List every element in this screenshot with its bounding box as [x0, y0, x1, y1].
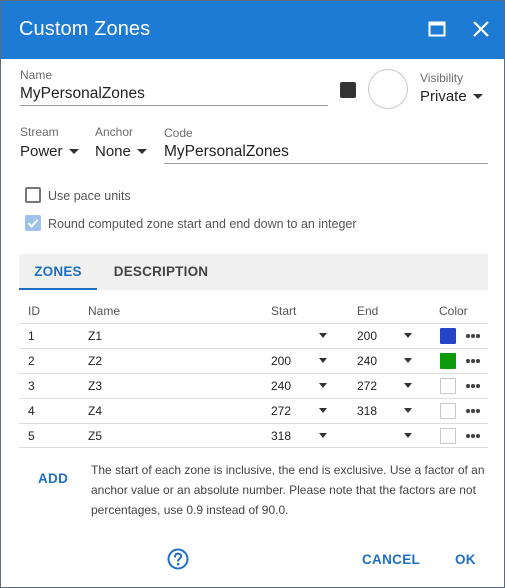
code-underline [164, 163, 488, 164]
maximize-button[interactable] [423, 15, 451, 43]
maximize-icon [428, 21, 446, 37]
dialog-titlebar: Custom Zones [1, 1, 504, 59]
custom-zones-dialog: Custom Zones Name MyPersonalZones Visibi… [0, 0, 505, 588]
row-2-start-dropdown-icon[interactable] [319, 358, 327, 363]
row-3-end-dropdown-icon[interactable] [404, 383, 412, 388]
close-icon [473, 21, 489, 37]
chevron-down-icon [68, 148, 79, 154]
row-5-start-dropdown-icon[interactable] [319, 433, 327, 438]
row-4-color-swatch[interactable] [440, 403, 456, 419]
row-1-end[interactable]: 200 [357, 329, 377, 343]
help-button[interactable] [167, 548, 189, 570]
close-button[interactable] [467, 15, 495, 43]
tab-description[interactable]: DESCRIPTION [101, 254, 221, 290]
table-row-divider [19, 373, 488, 374]
row-2-color-swatch[interactable] [440, 353, 456, 369]
row-5-name[interactable]: Z5 [88, 429, 102, 443]
row-4-id: 4 [28, 404, 35, 418]
row-4-end[interactable]: 318 [357, 404, 377, 418]
anchor-value: None [95, 143, 131, 160]
row-1-start-dropdown-icon[interactable] [319, 333, 327, 338]
visibility-select[interactable]: Private [420, 88, 483, 105]
row-4-start-dropdown-icon[interactable] [319, 408, 327, 413]
row-2-id: 2 [28, 354, 35, 368]
round-down-checkbox[interactable] [25, 215, 41, 231]
anchor-select[interactable]: None [95, 143, 147, 160]
row-3-color-swatch[interactable] [440, 378, 456, 394]
stream-value: Power [20, 143, 63, 160]
table-divider [19, 323, 488, 324]
row-1-end-dropdown-icon[interactable] [404, 333, 412, 338]
row-5-id: 5 [28, 429, 35, 443]
row-2-end[interactable]: 240 [357, 354, 377, 368]
tabs-bar: ZONES DESCRIPTION [19, 254, 488, 290]
header-name: Name [88, 304, 121, 318]
row-2-name[interactable]: Z2 [88, 354, 102, 368]
color-preview-swatch[interactable] [340, 82, 356, 98]
name-input[interactable]: MyPersonalZones [20, 85, 145, 103]
add-zone-button[interactable]: ADD [38, 471, 68, 486]
row-4-name[interactable]: Z4 [88, 404, 102, 418]
row-1-id: 1 [28, 329, 35, 343]
more-horizontal-icon[interactable] [466, 384, 480, 388]
header-id: ID [28, 304, 40, 318]
table-row-divider [19, 398, 488, 399]
stream-label: Stream [20, 125, 59, 139]
dialog-title: Custom Zones [19, 18, 151, 40]
row-3-start-dropdown-icon[interactable] [319, 383, 327, 388]
name-underline [20, 105, 328, 106]
row-5-start[interactable]: 318 [271, 429, 291, 443]
more-horizontal-icon[interactable] [466, 334, 480, 338]
chevron-down-icon [472, 93, 483, 99]
anchor-label: Anchor [95, 125, 134, 139]
round-down-label: Round computed zone start and end down t… [48, 217, 357, 231]
name-label: Name [20, 68, 53, 82]
row-1-name[interactable]: Z1 [88, 329, 102, 343]
row-2-end-dropdown-icon[interactable] [404, 358, 412, 363]
more-horizontal-icon[interactable] [466, 359, 480, 363]
row-5-color-swatch[interactable] [440, 428, 456, 444]
header-start: Start [271, 304, 297, 318]
code-label: Code [164, 126, 193, 140]
row-4-start[interactable]: 272 [271, 404, 291, 418]
code-input[interactable]: MyPersonalZones [164, 143, 289, 161]
pace-units-checkbox[interactable] [25, 187, 41, 203]
checkmark-icon [27, 219, 39, 228]
row-4-end-dropdown-icon[interactable] [404, 408, 412, 413]
table-row-divider [19, 348, 488, 349]
row-3-start[interactable]: 240 [271, 379, 291, 393]
more-horizontal-icon[interactable] [466, 409, 480, 413]
table-row-divider [19, 447, 488, 448]
help-icon [167, 548, 189, 570]
row-3-id: 3 [28, 379, 35, 393]
cancel-button[interactable]: CANCEL [362, 552, 420, 567]
header-end: End [357, 304, 379, 318]
row-2-start[interactable]: 200 [271, 354, 291, 368]
more-horizontal-icon[interactable] [466, 434, 480, 438]
pace-units-label: Use pace units [48, 189, 131, 203]
stream-select[interactable]: Power [20, 143, 79, 160]
table-row-divider [19, 423, 488, 424]
row-1-color-swatch[interactable] [440, 328, 456, 344]
row-3-end[interactable]: 272 [357, 379, 377, 393]
visibility-label: Visibility [420, 71, 464, 85]
chevron-down-icon [136, 148, 147, 154]
row-5-end-dropdown-icon[interactable] [404, 433, 412, 438]
color-picker-circle[interactable] [368, 69, 408, 109]
row-3-name[interactable]: Z3 [88, 379, 102, 393]
header-color: Color [439, 304, 468, 318]
zones-help-note: The start of each zone is inclusive, the… [91, 463, 485, 517]
ok-button[interactable]: OK [455, 552, 476, 567]
visibility-value: Private [420, 88, 467, 105]
tab-zones[interactable]: ZONES [19, 254, 97, 290]
